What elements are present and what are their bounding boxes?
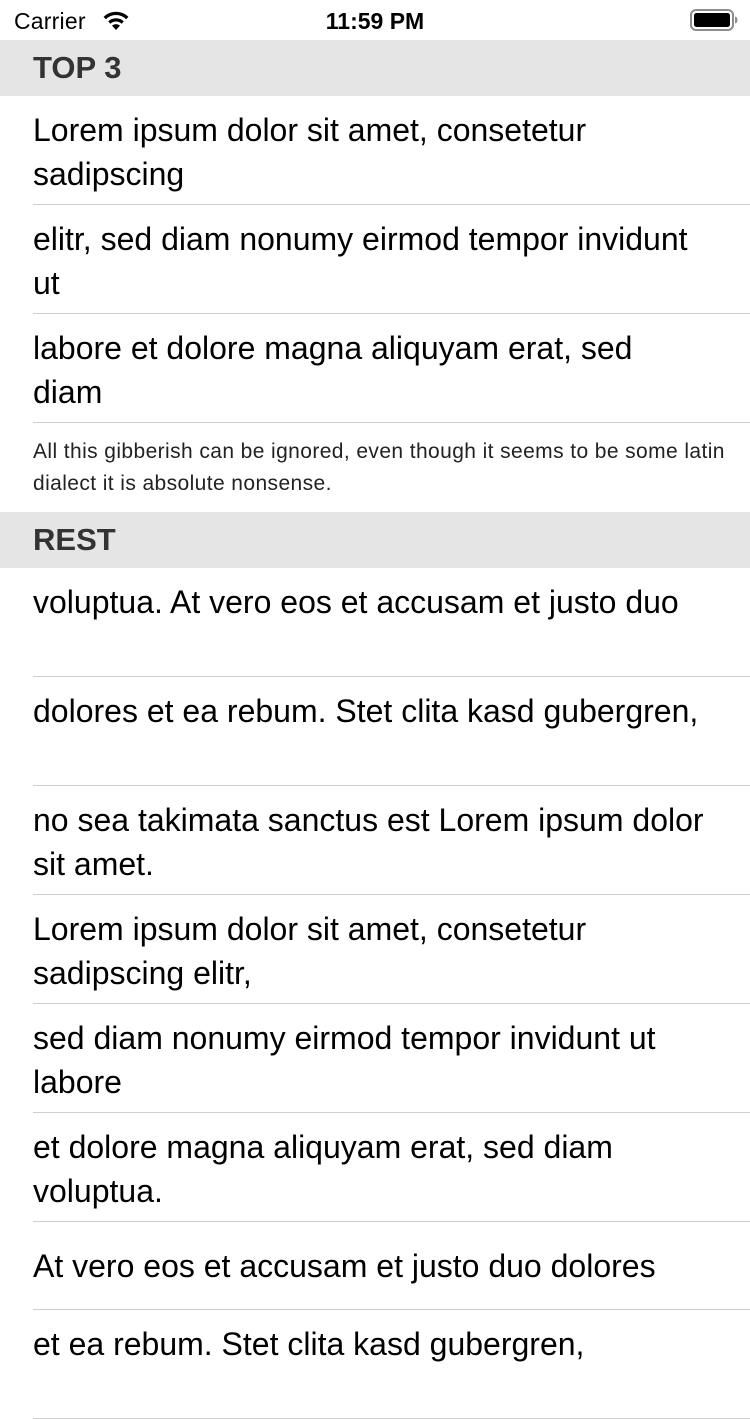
status-bar: Carrier 11:59 PM: [0, 0, 750, 40]
table-row[interactable]: elitr, sed diam nonumy eirmod tempor inv…: [0, 205, 750, 314]
row-label: voluptua. At vero eos et accusam et just…: [33, 584, 679, 620]
row-label: labore et dolore magna aliquyam erat, se…: [33, 330, 633, 410]
row-label: et dolore magna aliquyam erat, sed diam …: [33, 1129, 613, 1209]
section-header-top-3: TOP 3: [0, 40, 750, 96]
section-header-rest: REST: [0, 512, 750, 568]
row-label: dolores et ea rebum. Stet clita kasd gub…: [33, 693, 699, 729]
table-row[interactable]: labore et dolore magna aliquyam erat, se…: [0, 314, 750, 423]
table-row[interactable]: Lorem ipsum dolor sit amet, consetetur s…: [0, 96, 750, 205]
table-row[interactable]: Lorem ipsum dolor sit amet, consetetur s…: [0, 895, 750, 1004]
row-label: elitr, sed diam nonumy eirmod tempor inv…: [33, 221, 688, 301]
table-row[interactable]: et dolore magna aliquyam erat, sed diam …: [0, 1113, 750, 1222]
table-view[interactable]: TOP 3 Lorem ipsum dolor sit amet, conset…: [0, 40, 750, 1419]
battery-icon: [690, 9, 738, 31]
table-row[interactable]: no sea takimata sanctus est Lorem ipsum …: [0, 786, 750, 895]
row-label: et ea rebum. Stet clita kasd gubergren,: [33, 1326, 585, 1362]
row-label: no sea takimata sanctus est Lorem ipsum …: [33, 802, 704, 882]
section-footer-note: All this gibberish can be ignored, even …: [0, 423, 750, 512]
row-label: sed diam nonumy eirmod tempor invidunt u…: [33, 1020, 656, 1100]
table-row[interactable]: sed diam nonumy eirmod tempor invidunt u…: [0, 1004, 750, 1113]
table-row[interactable]: et ea rebum. Stet clita kasd gubergren,: [0, 1310, 750, 1419]
table-row[interactable]: At vero eos et accusam et justo duo dolo…: [0, 1222, 750, 1310]
table-row[interactable]: dolores et ea rebum. Stet clita kasd gub…: [0, 677, 750, 786]
section-header-title: REST: [33, 522, 116, 557]
table-row[interactable]: voluptua. At vero eos et accusam et just…: [0, 568, 750, 677]
row-label: At vero eos et accusam et justo duo dolo…: [33, 1248, 656, 1284]
status-time: 11:59 PM: [325, 8, 425, 34]
section-header-title: TOP 3: [33, 50, 122, 85]
row-label: Lorem ipsum dolor sit amet, consetetur s…: [33, 911, 587, 991]
row-label: Lorem ipsum dolor sit amet, consetetur s…: [33, 112, 587, 192]
